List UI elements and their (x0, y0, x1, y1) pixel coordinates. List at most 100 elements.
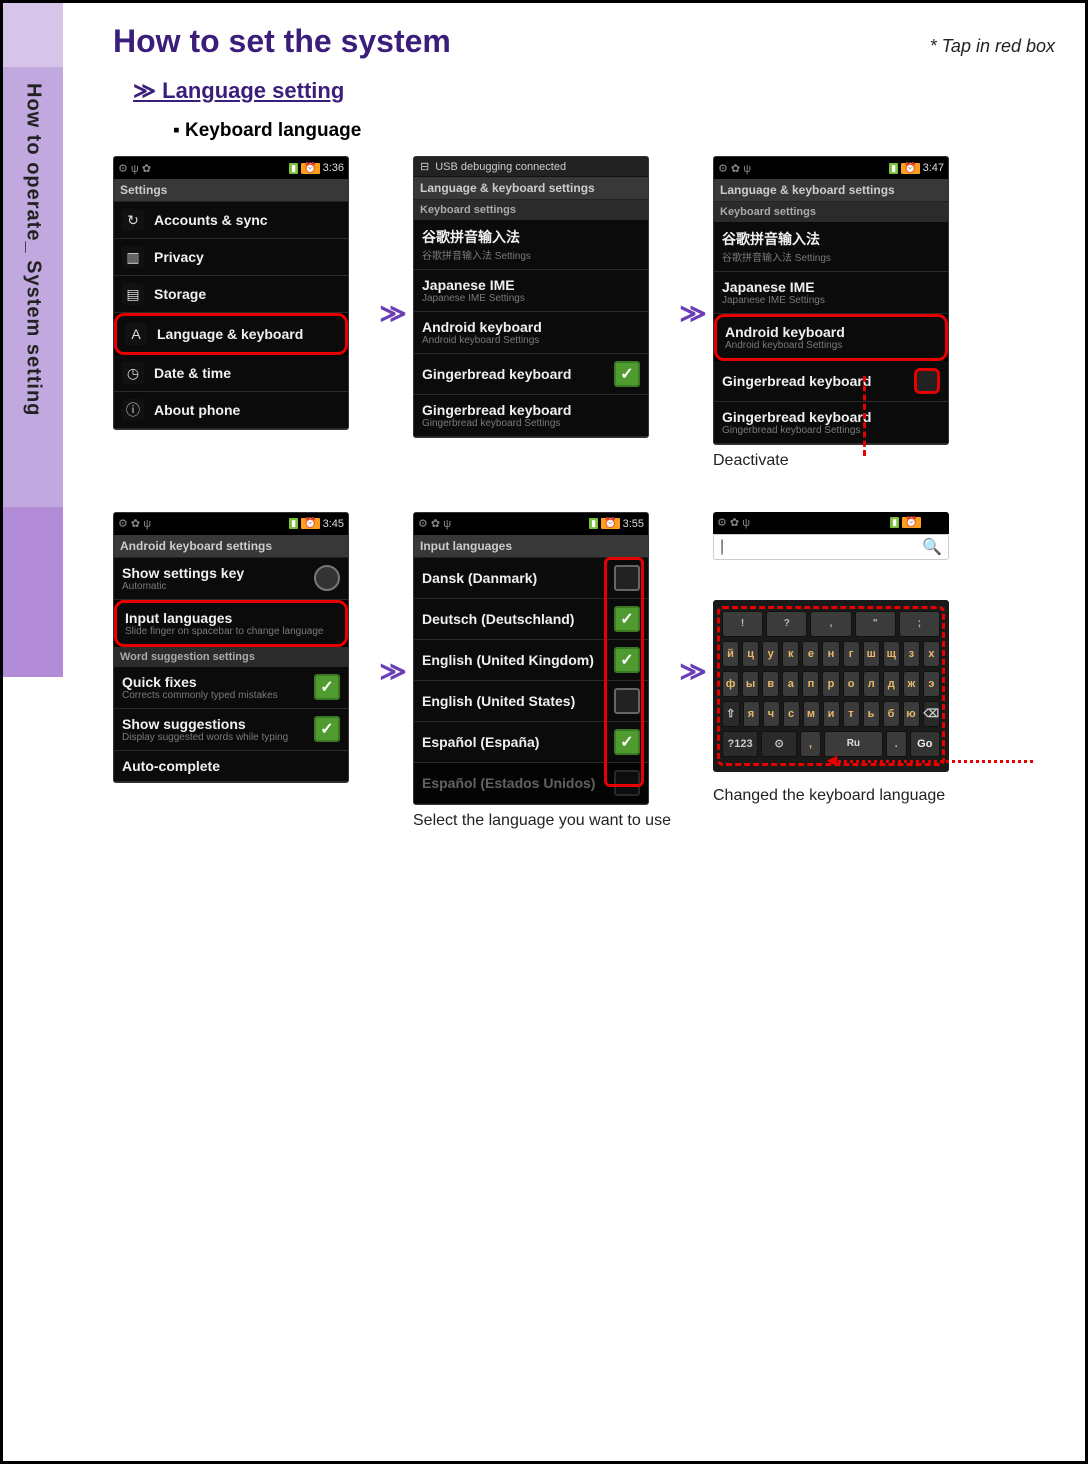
keyboard-key[interactable]: . (886, 731, 907, 757)
keyboard-key[interactable]: о (843, 671, 860, 697)
row-label: Show suggestions (122, 716, 304, 732)
screenshot-cell: ⚙ ψ ✿ ▮⏰3:36 Settings ↻Accounts & sync▥P… (113, 156, 373, 472)
keyboard-key[interactable]: м (803, 701, 820, 727)
keyboard-key[interactable]: х (923, 641, 940, 667)
status-bar: ⚙ ψ ✿ ▮⏰3:36 (114, 157, 348, 179)
keyboard-key[interactable]: ю (903, 701, 920, 727)
settings-row[interactable]: ◷Date & time (114, 355, 348, 392)
row-label: Español (España) (422, 734, 604, 750)
section-header: Keyboard settings (714, 202, 948, 222)
side-tab-label-area: How to operate_ System setting (3, 67, 63, 507)
alarm-icon: ⏰ (601, 518, 619, 529)
settings-row[interactable]: 谷歌拼音输入法谷歌拼音输入法 Settings (414, 220, 648, 270)
keyboard-key[interactable]: у (762, 641, 779, 667)
settings-row[interactable]: Android keyboardAndroid keyboard Setting… (714, 314, 948, 361)
settings-row[interactable]: Auto-complete (114, 751, 348, 782)
checkbox[interactable] (614, 361, 640, 387)
keyboard-key[interactable]: , (800, 731, 821, 757)
keyboard-key[interactable]: т (843, 701, 860, 727)
arrow-icon: ≫ (673, 512, 713, 832)
caption-select-language: Select the language you want to use (413, 811, 673, 832)
checkbox[interactable] (314, 674, 340, 700)
keyboard-key[interactable]: е (802, 641, 819, 667)
row-label: About phone (154, 402, 340, 418)
screenshot-cell: ⊟USB debugging connected Language & keyb… (413, 156, 673, 472)
notification-text: USB debugging connected (435, 161, 566, 173)
settings-row[interactable]: ALanguage & keyboard (114, 313, 348, 355)
settings-row[interactable]: ↻Accounts & sync (114, 202, 348, 239)
keyboard-key[interactable]: ⌫ (923, 701, 941, 727)
keyboard-key[interactable]: ц (742, 641, 759, 667)
settings-row[interactable]: Quick fixesCorrects commonly typed mista… (114, 667, 348, 709)
settings-row[interactable]: ⓘAbout phone (114, 392, 348, 429)
keyboard-key[interactable]: ф (722, 671, 739, 697)
settings-row[interactable]: Japanese IMEJapanese IME Settings (414, 270, 648, 312)
radio-button[interactable] (314, 565, 340, 591)
keyboard-key[interactable]: ш (863, 641, 880, 667)
keyboard-key[interactable]: д (883, 671, 900, 697)
keyboard-key[interactable]: ; (899, 611, 940, 637)
keyboard-key[interactable]: я (743, 701, 760, 727)
screenshot-cell: ⚙ ✿ ψ ▮⏰3:47 Language & keyboard setting… (713, 156, 993, 472)
row-sublabel: Android keyboard Settings (422, 335, 640, 346)
arrow-icon: ≫ (673, 156, 713, 472)
status-icons-left: ⚙ ✿ ψ (118, 517, 151, 530)
keyboard-key[interactable]: ч (763, 701, 780, 727)
keyboard-key[interactable]: , (810, 611, 851, 637)
keyboard-key[interactable]: Go (910, 731, 940, 757)
keyboard-key[interactable]: э (923, 671, 940, 697)
keyboard-key[interactable]: ⊙ (761, 731, 797, 757)
row-label: Deutsch (Deutschland) (422, 611, 604, 627)
keyboard-key[interactable]: п (802, 671, 819, 697)
keyboard-key[interactable]: щ (883, 641, 900, 667)
settings-row[interactable]: Android keyboardAndroid keyboard Setting… (414, 312, 648, 354)
settings-row[interactable]: ▥Privacy (114, 239, 348, 276)
keyboard-key[interactable]: ! (722, 611, 763, 637)
keyboard-key[interactable]: ? (766, 611, 807, 637)
keyboard-key[interactable]: н (822, 641, 839, 667)
settings-row[interactable]: 谷歌拼音输入法谷歌拼音输入法 Settings (714, 222, 948, 272)
settings-row[interactable]: Show settings keyAutomatic (114, 558, 348, 600)
checkbox[interactable] (314, 716, 340, 742)
status-bar: ⚙ ✿ ψ ▮⏰3:45 (114, 513, 348, 535)
keyboard-key[interactable]: ?123 (722, 731, 758, 757)
settings-row[interactable]: Gingerbread keyboardGingerbread keyboard… (714, 402, 948, 444)
keyboard-key[interactable]: в (762, 671, 779, 697)
settings-row[interactable]: Gingerbread keyboardGingerbread keyboard… (414, 395, 648, 437)
keyboard-key[interactable]: ь (863, 701, 880, 727)
keyboard-key[interactable]: а (782, 671, 799, 697)
keyboard-key[interactable]: ⇧ (722, 701, 740, 727)
keyboard-key[interactable]: г (843, 641, 860, 667)
search-icon[interactable]: 🔍 (922, 537, 942, 557)
checkbox[interactable] (914, 368, 940, 394)
row-icon: ◷ (122, 362, 144, 384)
keyboard-key[interactable]: ы (742, 671, 759, 697)
row-label: Japanese IME (422, 277, 640, 293)
search-input[interactable]: |🔍 (713, 534, 949, 560)
arrow-icon: ≫ (373, 512, 413, 832)
row-label: Gingerbread keyboard (722, 373, 904, 389)
keyboard-key[interactable]: й (722, 641, 739, 667)
keyboard-key[interactable]: р (822, 671, 839, 697)
status-icons-left: ⚙ ✿ ψ (717, 516, 750, 529)
keyboard-key[interactable]: ж (903, 671, 920, 697)
settings-row[interactable]: Input languagesSlide finger on spacebar … (114, 600, 348, 647)
onscreen-keyboard[interactable]: !?,";йцукенгшщзхфывапролджэ⇧ячсмитьбю⌫?1… (713, 600, 949, 772)
keyboard-key[interactable]: " (855, 611, 896, 637)
row-sublabel: Corrects commonly typed mistakes (122, 690, 304, 701)
keyboard-key[interactable]: к (782, 641, 799, 667)
keyboard-key[interactable]: и (823, 701, 840, 727)
screen-header: Settings (114, 179, 348, 202)
bullet-item: Keyboard language (173, 120, 1055, 142)
settings-row[interactable]: Show suggestionsDisplay suggested words … (114, 709, 348, 751)
settings-row[interactable]: Japanese IMEJapanese IME Settings (714, 272, 948, 314)
keyboard-key[interactable]: з (903, 641, 920, 667)
side-tab-segment (3, 3, 63, 67)
keyboard-key[interactable]: с (783, 701, 800, 727)
settings-row[interactable]: Gingerbread keyboard (414, 354, 648, 395)
row-sublabel: Slide finger on spacebar to change langu… (125, 626, 337, 637)
settings-row[interactable]: Gingerbread keyboard① (714, 361, 948, 402)
keyboard-key[interactable]: б (883, 701, 900, 727)
keyboard-key[interactable]: л (863, 671, 880, 697)
settings-row[interactable]: ▤Storage (114, 276, 348, 313)
